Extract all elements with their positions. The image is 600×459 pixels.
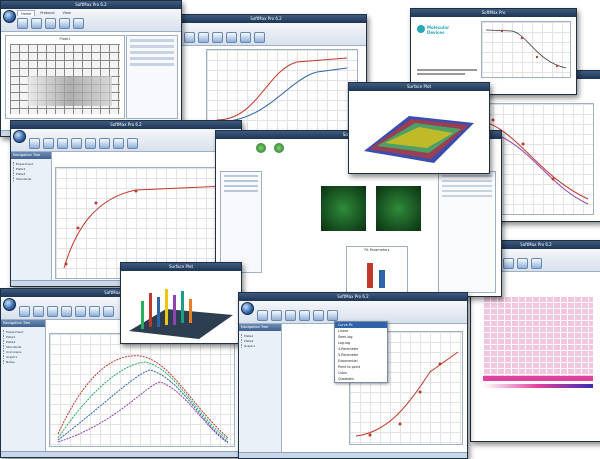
navigation-tree: Navigation Tree Plate1 Plate2 Graph1 — [239, 324, 282, 458]
settings-panel — [126, 35, 178, 119]
title-bar: SoftMax Pro — [411, 9, 576, 17]
ribbon-tabs: Home Protocol View — [17, 10, 74, 16]
fit-panel-title: Fit Parameters — [364, 248, 390, 252]
navigation-header: Navigation Tree — [1, 320, 45, 327]
ribbon-button-icon[interactable] — [31, 18, 42, 29]
window-plate-layout: SoftMax Pro 6.2 Home Protocol View Plate… — [0, 0, 182, 137]
plate-grid-panel: Plate1 — [5, 35, 125, 119]
tree-item[interactable]: Plate1 — [13, 167, 49, 171]
dose-response-chart — [485, 29, 567, 69]
chart-panel — [206, 49, 358, 131]
tree-item[interactable]: Plate1 — [3, 335, 43, 339]
title-bar: SoftMax Pro 6.2 — [1, 1, 181, 9]
result-text-block — [417, 67, 477, 77]
tree-panel — [438, 171, 496, 293]
dialog-title: Surface Plot — [349, 83, 489, 91]
window-curve-fit: SoftMax Pro 6.2 Navigation Tree Plate1 P… — [238, 292, 468, 459]
brand-mark-icon — [417, 25, 425, 33]
plate-title: Plate1 — [59, 37, 71, 41]
status-bar — [239, 452, 467, 458]
ribbon-button-icon[interactable] — [73, 18, 84, 29]
bar-red — [367, 263, 373, 288]
tree-item[interactable]: Experiment — [13, 162, 49, 166]
surface-plot-dialog: Surface Plot — [348, 82, 490, 174]
heatmap-strip — [483, 376, 593, 381]
plate-highlight — [28, 76, 112, 106]
title-bar: SoftMax Pro 6.2 — [11, 121, 241, 129]
navigation-tree: Navigation Tree Experiment Plate1 Plate2… — [11, 152, 52, 286]
window-curves: SoftMax Pro 6.2 — [165, 14, 367, 136]
navigation-header: Navigation Tree — [11, 152, 51, 159]
application-orb-icon[interactable] — [241, 302, 254, 315]
tree-item[interactable]: Plate1 — [241, 334, 279, 338]
ribbon-button-icon[interactable] — [17, 18, 28, 29]
bar3d-plot — [129, 289, 233, 339]
image-buttons — [256, 143, 284, 153]
tree-item[interactable]: Notes — [3, 360, 43, 364]
title-bar: SoftMax Pro 6.2 — [166, 15, 366, 23]
tree-item[interactable]: Plate2 — [241, 339, 279, 343]
title-bar: SoftMax Pro 6.2 — [239, 293, 467, 301]
cell-image-right[interactable] — [376, 186, 421, 231]
image-button-icon[interactable] — [274, 143, 284, 153]
settings-list — [220, 171, 262, 273]
dose-response-panel — [481, 21, 571, 78]
bar3d-dialog: Surface Plot — [120, 262, 242, 344]
absorbance-scan-chart — [57, 355, 229, 444]
ribbon-button-icon[interactable] — [59, 18, 70, 29]
heatmap-grid[interactable] — [483, 296, 593, 376]
tree-item[interactable]: Plate2 — [13, 172, 49, 176]
application-orb-icon[interactable] — [13, 130, 26, 143]
tree-item[interactable]: Graph1 — [3, 355, 43, 359]
ribbon: Home Protocol View — [1, 9, 181, 32]
cell-image-left[interactable] — [321, 186, 366, 231]
menu-item[interactable]: Quadratic — [335, 376, 387, 382]
ribbon — [11, 129, 241, 152]
sigmoid-chart — [216, 57, 348, 123]
bar-blue — [379, 270, 385, 288]
fit-parameters-panel: Fit Parameters — [346, 246, 408, 293]
ribbon — [166, 23, 366, 46]
tree-item[interactable]: Standards — [3, 345, 43, 349]
absorbance-chart-panel: Absorbance Scan — [49, 333, 235, 447]
brand-line-2: Devices — [427, 30, 445, 35]
tree-item[interactable]: Unknowns — [3, 350, 43, 354]
navigation-header: Navigation Tree — [239, 324, 281, 331]
tab-protocol[interactable]: Protocol — [37, 10, 57, 16]
tree-item[interactable]: Experiment — [3, 330, 43, 334]
application-orb-icon[interactable] — [3, 10, 16, 23]
surface-plot — [364, 116, 474, 163]
brand-logo: Molecular Devices — [417, 23, 457, 45]
context-menu: Curve Fit Linear Semi-log Log-log 4-Para… — [334, 321, 388, 383]
application-orb-icon[interactable] — [3, 298, 16, 311]
ribbon-buttons — [17, 18, 84, 29]
ribbon-button-icon[interactable] — [45, 18, 56, 29]
tree-item[interactable]: Graph1 — [241, 344, 279, 348]
dialog-title: Surface Plot — [121, 263, 241, 271]
navigation-tree: Navigation Tree Experiment Plate1 Plate2… — [1, 320, 46, 457]
tree-item[interactable]: Standards — [13, 177, 49, 181]
heatmap-legend — [483, 384, 593, 388]
tab-view[interactable]: View — [59, 10, 73, 16]
status-bar — [1, 451, 239, 457]
image-button-icon[interactable] — [256, 143, 266, 153]
tab-home[interactable]: Home — [17, 10, 36, 16]
tree-item[interactable]: Plate2 — [3, 340, 43, 344]
